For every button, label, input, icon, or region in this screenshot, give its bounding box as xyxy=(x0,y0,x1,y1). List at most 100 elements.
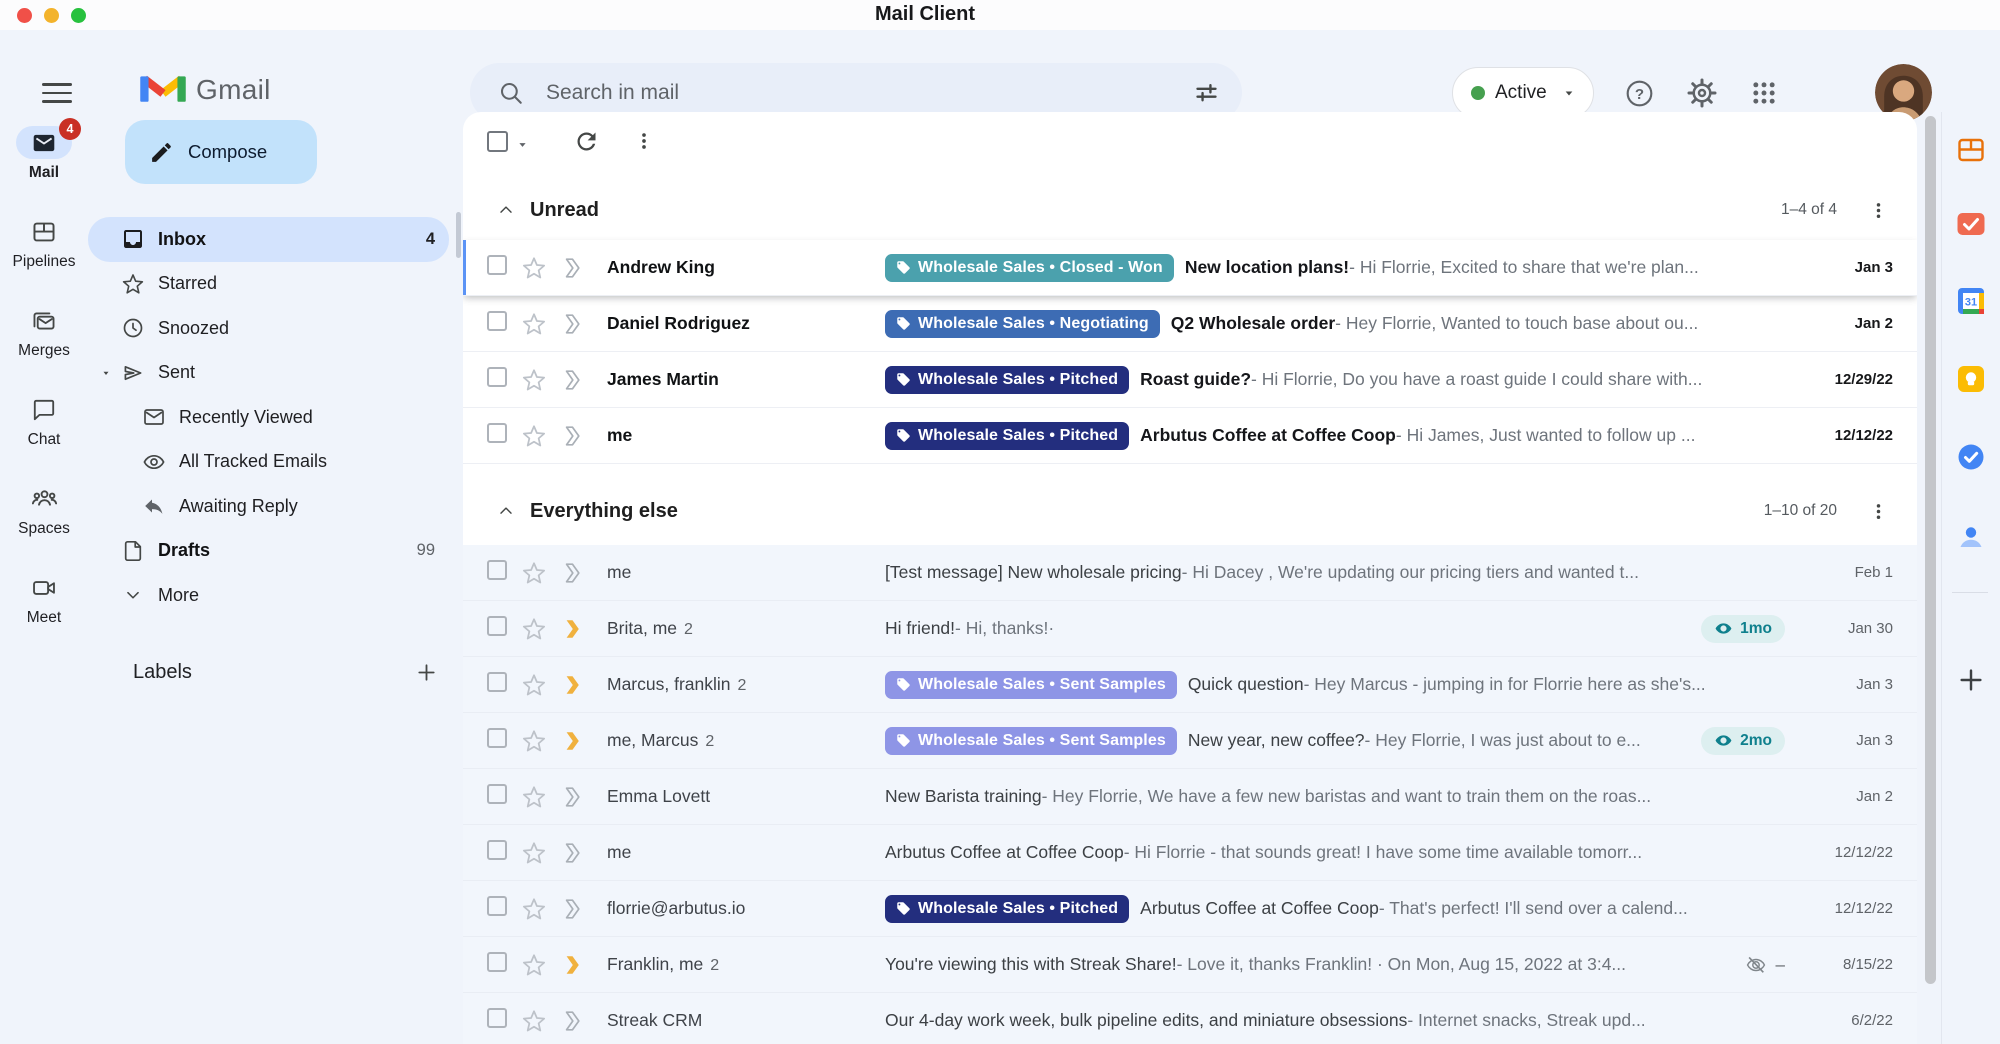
mail-row[interactable]: me, Marcus2Wholesale Sales • Sent Sample… xyxy=(463,713,1917,769)
star-toggle-icon[interactable] xyxy=(521,367,559,393)
pipeline-stage-chip[interactable]: Wholesale Sales • Pitched xyxy=(885,366,1129,394)
section-menu-icon[interactable] xyxy=(1868,200,1889,221)
row-checkbox[interactable] xyxy=(487,840,521,865)
streak-box-icon[interactable] xyxy=(559,841,599,865)
rail-item-chat[interactable]: Chat xyxy=(0,379,88,468)
search-input[interactable] xyxy=(546,81,1193,105)
list-scrollbar[interactable] xyxy=(1925,116,1936,984)
row-checkbox[interactable] xyxy=(487,423,521,448)
collapse-section-icon[interactable] xyxy=(496,501,518,521)
row-checkbox[interactable] xyxy=(487,952,521,977)
star-toggle-icon[interactable] xyxy=(521,311,559,337)
expand-caret-icon[interactable] xyxy=(100,367,112,379)
pipeline-stage-chip[interactable]: Wholesale Sales • Sent Samples xyxy=(885,671,1177,699)
row-checkbox[interactable] xyxy=(487,672,521,697)
rail-item-mail[interactable]: 4Mail xyxy=(0,112,88,201)
star-toggle-icon[interactable] xyxy=(521,1008,559,1034)
google-calendar-icon[interactable]: 31 xyxy=(1954,284,1988,318)
mail-row[interactable]: Andrew KingWholesale Sales • Closed - Wo… xyxy=(463,240,1917,296)
row-checkbox[interactable] xyxy=(487,896,521,921)
star-toggle-icon[interactable] xyxy=(521,840,559,866)
pipeline-stage-chip[interactable]: Wholesale Sales • Sent Samples xyxy=(885,727,1177,755)
sidebar-scrollbar[interactable] xyxy=(456,212,461,258)
streak-pipelines-icon[interactable] xyxy=(1954,133,1988,167)
streak-box-icon[interactable] xyxy=(559,897,599,921)
sidebar-item-sent[interactable]: Sent xyxy=(88,351,449,396)
section-menu-icon[interactable] xyxy=(1868,501,1889,522)
refresh-icon[interactable] xyxy=(573,128,600,155)
sidebar-item-more[interactable]: More xyxy=(88,573,449,618)
mail-row[interactable]: meArbutus Coffee at Coffee Coop - Hi Flo… xyxy=(463,825,1917,881)
sidebar-item-all-tracked-emails[interactable]: All Tracked Emails xyxy=(88,440,449,485)
sidebar-item-starred[interactable]: Starred xyxy=(88,262,449,307)
mail-row[interactable]: Daniel RodriguezWholesale Sales • Negoti… xyxy=(463,296,1917,352)
streak-box-icon[interactable] xyxy=(559,953,599,977)
mail-row[interactable]: Franklin, me2You're viewing this with St… xyxy=(463,937,1917,993)
streak-box-icon[interactable] xyxy=(559,617,599,641)
get-addons-icon[interactable] xyxy=(1954,663,1988,697)
mail-row[interactable]: Marcus, franklin2Wholesale Sales • Sent … xyxy=(463,657,1917,713)
google-contacts-icon[interactable] xyxy=(1954,520,1988,554)
settings-gear-icon[interactable] xyxy=(1686,77,1718,109)
streak-box-icon[interactable] xyxy=(559,368,599,392)
sidebar-item-recently-viewed[interactable]: Recently Viewed xyxy=(88,395,449,440)
star-toggle-icon[interactable] xyxy=(521,560,559,586)
collapse-section-icon[interactable] xyxy=(496,200,518,220)
streak-box-icon[interactable] xyxy=(559,256,599,280)
pipeline-stage-chip[interactable]: Wholesale Sales • Closed - Won xyxy=(885,254,1174,282)
star-toggle-icon[interactable] xyxy=(521,952,559,978)
row-checkbox[interactable] xyxy=(487,255,521,280)
rail-item-spaces[interactable]: Spaces xyxy=(0,468,88,557)
star-toggle-icon[interactable] xyxy=(521,672,559,698)
streak-email-tracking-icon[interactable] xyxy=(1954,207,1988,241)
streak-box-icon[interactable] xyxy=(559,312,599,336)
rail-item-merges[interactable]: Merges xyxy=(0,290,88,379)
star-toggle-icon[interactable] xyxy=(521,423,559,449)
star-toggle-icon[interactable] xyxy=(521,896,559,922)
compose-button[interactable]: Compose xyxy=(125,120,317,184)
google-keep-icon[interactable] xyxy=(1954,362,1988,396)
rail-item-pipelines[interactable]: Pipelines xyxy=(0,201,88,290)
pipeline-stage-chip[interactable]: Wholesale Sales • Pitched xyxy=(885,895,1129,923)
mail-row[interactable]: Streak CRMOur 4-day work week, bulk pipe… xyxy=(463,993,1917,1044)
row-checkbox[interactable] xyxy=(487,784,521,809)
streak-box-icon[interactable] xyxy=(559,729,599,753)
select-dropdown-icon[interactable] xyxy=(515,137,530,152)
google-tasks-icon[interactable] xyxy=(1954,440,1988,474)
mail-row[interactable]: James MartinWholesale Sales • PitchedRoa… xyxy=(463,352,1917,408)
sidebar-item-drafts[interactable]: Drafts99 xyxy=(88,529,449,574)
sidebar-item-snoozed[interactable]: Snoozed xyxy=(88,306,449,351)
sidebar-item-inbox[interactable]: Inbox4 xyxy=(88,217,449,262)
row-checkbox[interactable] xyxy=(487,311,521,336)
streak-box-icon[interactable] xyxy=(559,424,599,448)
row-checkbox[interactable] xyxy=(487,1008,521,1033)
pipeline-stage-chip[interactable]: Wholesale Sales • Pitched xyxy=(885,422,1129,450)
pipeline-stage-chip[interactable]: Wholesale Sales • Negotiating xyxy=(885,310,1160,338)
main-menu-icon[interactable] xyxy=(42,78,78,108)
select-all-checkbox[interactable] xyxy=(487,131,508,152)
streak-box-icon[interactable] xyxy=(559,1009,599,1033)
mail-row[interactable]: Brita, me2Hi friend! - Hi, thanks!·1moJa… xyxy=(463,601,1917,657)
rail-item-meet[interactable]: Meet xyxy=(0,557,88,646)
apps-grid-icon[interactable] xyxy=(1748,77,1780,109)
streak-box-icon[interactable] xyxy=(559,561,599,585)
streak-box-icon[interactable] xyxy=(559,673,599,697)
more-options-icon[interactable] xyxy=(633,130,655,152)
star-toggle-icon[interactable] xyxy=(521,616,559,642)
row-checkbox[interactable] xyxy=(487,616,521,641)
search-options-icon[interactable] xyxy=(1193,79,1220,106)
star-toggle-icon[interactable] xyxy=(521,784,559,810)
create-label-icon[interactable] xyxy=(415,661,438,684)
row-checkbox[interactable] xyxy=(487,560,521,585)
star-toggle-icon[interactable] xyxy=(521,728,559,754)
streak-box-icon[interactable] xyxy=(559,785,599,809)
star-toggle-icon[interactable] xyxy=(521,255,559,281)
sidebar-item-awaiting-reply[interactable]: Awaiting Reply xyxy=(88,484,449,529)
mail-row[interactable]: me[Test message] New wholesale pricing -… xyxy=(463,545,1917,601)
mail-row[interactable]: florrie@arbutus.ioWholesale Sales • Pitc… xyxy=(463,881,1917,937)
row-checkbox[interactable] xyxy=(487,728,521,753)
mail-row[interactable]: Emma LovettNew Barista training - Hey Fl… xyxy=(463,769,1917,825)
row-checkbox[interactable] xyxy=(487,367,521,392)
help-icon[interactable]: ? xyxy=(1623,77,1655,109)
mail-row[interactable]: meWholesale Sales • PitchedArbutus Coffe… xyxy=(463,408,1917,464)
